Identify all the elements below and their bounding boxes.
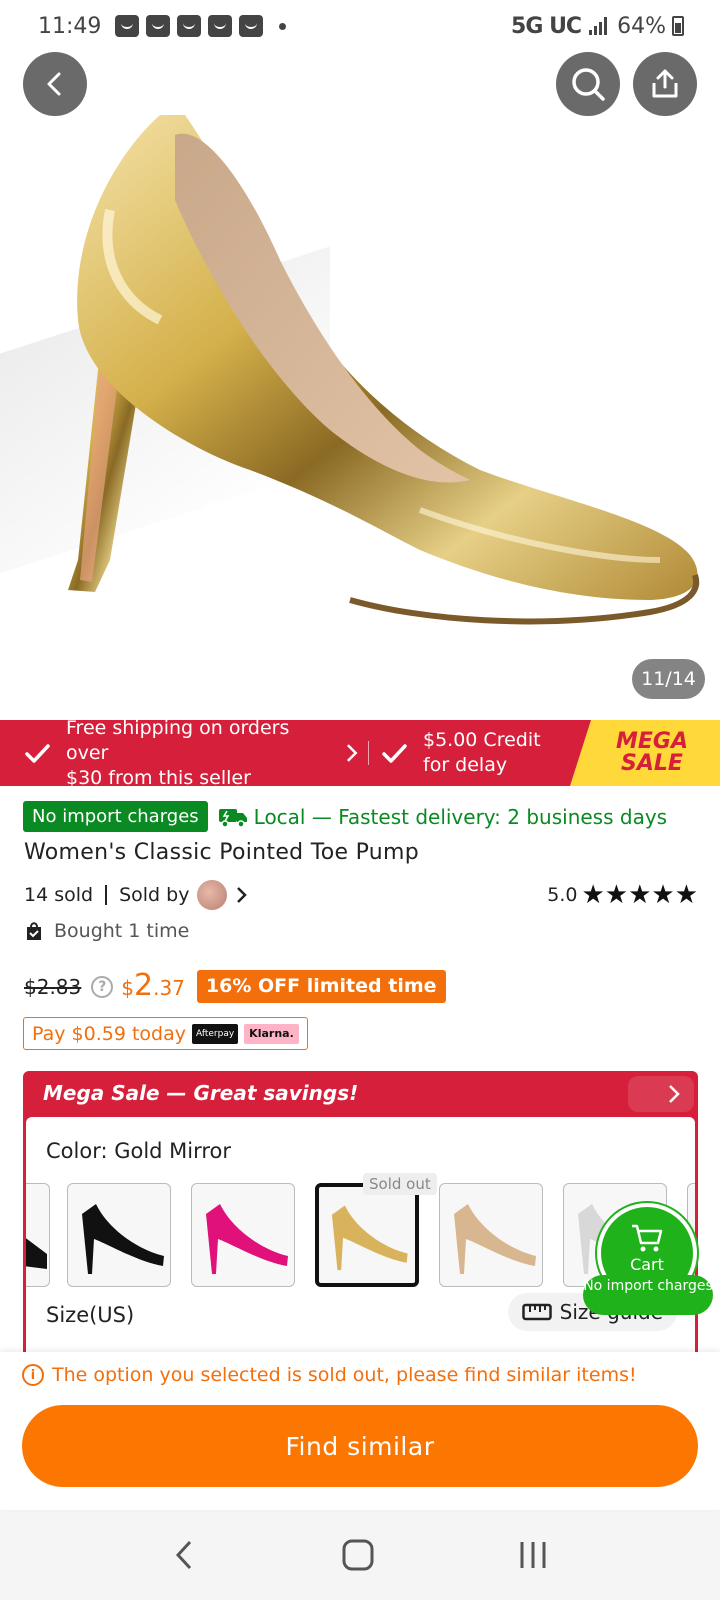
sold-info[interactable]: 14 sold Sold by	[24, 880, 251, 910]
color-option-black[interactable]	[67, 1183, 171, 1287]
delivery-info: Local — Fastest delivery: 2 business day…	[218, 805, 667, 829]
color-option-gold-mirror[interactable]	[315, 1183, 419, 1287]
share-icon	[652, 69, 678, 98]
info-icon: i	[22, 1364, 44, 1386]
sold-out-warning: i The option you selected is sold out, p…	[22, 1364, 637, 1386]
shopping-bag-check-icon	[27, 922, 41, 940]
mega-sale-header[interactable]: Mega Sale — Great savings!	[23, 1071, 698, 1115]
notification-icon	[146, 15, 171, 37]
check-icon	[25, 744, 50, 763]
sale-price: $2.37	[121, 967, 185, 1003]
product-title: Women's Classic Pointed Toe Pump	[24, 840, 420, 865]
color-label: Color: Gold Mirror	[46, 1139, 232, 1163]
delivery-truck-icon	[218, 808, 247, 828]
notification-icon	[115, 15, 140, 37]
find-similar-button[interactable]: Find similar	[22, 1405, 698, 1487]
credit-text: $5.00 Credit for delay	[423, 729, 541, 776]
credit-promo: $5.00 Credit for delay	[379, 728, 541, 778]
ruler-icon	[521, 1303, 552, 1321]
shipping-text: Free shipping on orders over $30 from th…	[66, 720, 290, 786]
color-option-nude[interactable]	[439, 1183, 543, 1287]
system-nav-bar	[0, 1510, 720, 1600]
promo-banner[interactable]: Free shipping on orders over $30 from th…	[0, 720, 720, 786]
rating-value: 5.0	[547, 884, 578, 906]
share-button[interactable]	[633, 52, 697, 116]
color-option-pink[interactable]	[191, 1183, 295, 1287]
chevron-right-icon	[669, 1085, 680, 1103]
cart-no-import-tag: No import charges	[583, 1275, 713, 1315]
signal-icon	[589, 17, 608, 35]
nav-recents-icon[interactable]	[516, 1538, 550, 1572]
bottom-action-bar: i The option you selected is sold out, p…	[0, 1352, 720, 1510]
more-notifications-icon	[279, 22, 287, 30]
price-row: $2.83 ? $2.37 16% OFF limited time	[24, 970, 446, 1003]
help-icon[interactable]: ?	[91, 975, 114, 998]
image-counter: 11/14	[632, 659, 705, 699]
nav-back-icon[interactable]	[170, 1538, 200, 1572]
chevron-left-icon	[47, 72, 61, 96]
star-icons: ★★★★★	[581, 880, 698, 910]
product-image[interactable]: 11/14	[0, 0, 720, 718]
expand-button[interactable]	[628, 1076, 694, 1112]
pay-later-info[interactable]: Pay $0.59 today Afterpay Klarna.	[23, 1017, 308, 1050]
search-icon	[572, 68, 605, 101]
color-option[interactable]	[26, 1183, 50, 1287]
clock: 11:49	[38, 13, 102, 39]
bought-info: Bought 1 time	[24, 920, 189, 942]
search-button[interactable]	[556, 52, 620, 116]
size-label: Size(US)	[46, 1303, 135, 1327]
back-button[interactable]	[23, 52, 87, 116]
chevron-right-icon	[237, 887, 248, 903]
notification-icon	[177, 15, 202, 37]
check-icon	[382, 744, 407, 763]
battery-icon	[672, 16, 684, 36]
notification-icon	[239, 15, 264, 37]
klarna-logo: Klarna.	[244, 1023, 299, 1044]
status-bar: 11:49 5G UC 64%	[0, 0, 720, 52]
battery-level: 64%	[617, 13, 666, 39]
notification-icon	[208, 15, 233, 37]
chevron-right-icon	[347, 744, 358, 762]
free-shipping-promo[interactable]: Free shipping on orders over $30 from th…	[0, 720, 362, 786]
variant-selector: Color: Gold Mirror Sold out Size(US) Siz…	[26, 1117, 695, 1361]
gold-pump-illustration	[68, 115, 700, 625]
mega-sale-badge: MEGA SALE	[570, 720, 720, 786]
cart-icon	[632, 1224, 663, 1252]
badges-row: No import charges Local — Fastest delive…	[23, 801, 667, 832]
sold-by-label: Sold by	[119, 884, 190, 906]
sold-count: 14 sold	[24, 884, 94, 906]
seller-avatar[interactable]	[197, 880, 228, 910]
color-options: Sold out	[26, 1173, 695, 1287]
original-price: $2.83	[24, 974, 82, 999]
nav-home-icon[interactable]	[341, 1538, 375, 1572]
cart-label: Cart	[630, 1255, 664, 1274]
rating[interactable]: 5.0 ★★★★★	[547, 880, 698, 910]
network-type: 5G UC	[511, 13, 582, 39]
no-import-charges-badge: No import charges	[23, 801, 208, 832]
afterpay-logo: Afterpay	[192, 1023, 239, 1044]
mega-sale-panel: Mega Sale — Great savings! Color: Gold M…	[23, 1071, 698, 1361]
sold-out-badge: Sold out	[363, 1173, 437, 1195]
discount-badge: 16% OFF limited time	[196, 970, 446, 1003]
